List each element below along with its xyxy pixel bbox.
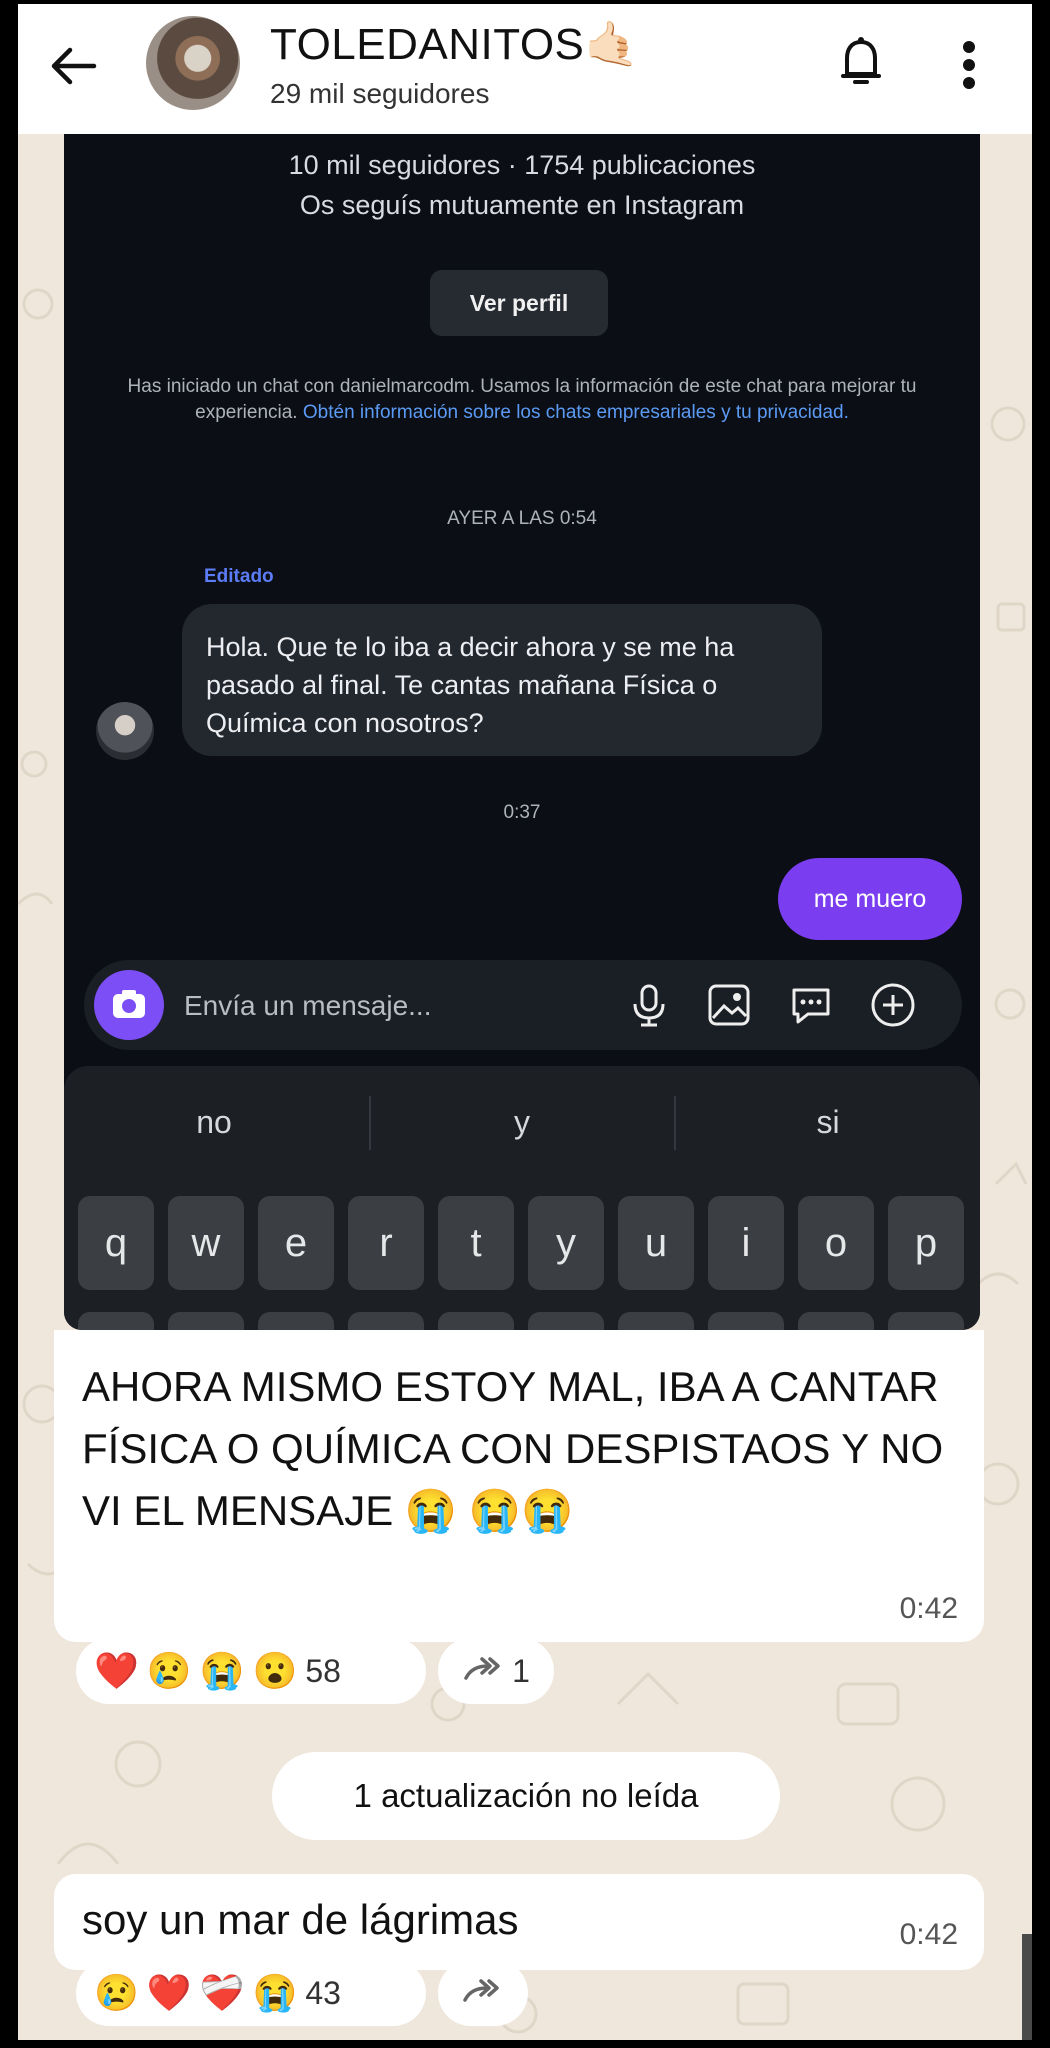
key-d: d — [258, 1312, 334, 1330]
scrollbar[interactable] — [1022, 1934, 1032, 2040]
key-p: p — [888, 1196, 964, 1290]
outgoing-message: me muero — [778, 858, 962, 940]
key-l: l — [798, 1312, 874, 1330]
reaction-crying: 😭 — [199, 1650, 245, 1691]
key-r: r — [348, 1196, 424, 1290]
back-arrow-icon[interactable] — [48, 44, 98, 88]
forward-count: 1 — [512, 1652, 530, 1689]
profile-stats: 10 mil seguidores · 1754 publicaciones — [288, 150, 756, 180]
sticker-icon — [792, 988, 830, 1024]
message-composer: Envía un mensaje... — [84, 960, 962, 1050]
suggestion-1: no — [196, 1104, 232, 1140]
forward-icon — [464, 1657, 500, 1680]
key-y: y — [528, 1196, 604, 1290]
chat-notice: Has iniciado un chat con danielmarcodm. … — [102, 374, 942, 426]
sender-avatar — [96, 702, 154, 760]
key-w: w — [168, 1196, 244, 1290]
reaction-count: 58 — [305, 1652, 341, 1689]
gallery-icon — [708, 984, 750, 1026]
channel-header: TOLEDANITOS🤙🏻 29 mil seguidores — [18, 4, 1032, 134]
channel-post[interactable]: AHORA MISMO ESTOY MAL, IBA A CANTAR FÍSI… — [54, 1330, 984, 1642]
channel-name[interactable]: TOLEDANITOS🤙🏻 — [270, 18, 640, 70]
key-t: t — [438, 1196, 514, 1290]
forward-icon — [463, 1979, 499, 2002]
key-f: f — [348, 1312, 424, 1330]
unread-updates-label: 1 actualización no leída — [272, 1752, 780, 1840]
suggestion-3: si — [816, 1104, 840, 1140]
forward-button[interactable] — [438, 1960, 528, 2026]
channel-title-emoji: 🤙🏻 — [584, 20, 640, 69]
incoming-message: Hola. Que te lo iba a decir ahora y se m… — [182, 604, 822, 756]
suggestion-divider — [369, 1096, 371, 1150]
shared-screenshot[interactable]: 10 mil seguidores · 1754 publicaciones O… — [64, 134, 980, 1330]
key-g: g — [438, 1312, 514, 1330]
reaction-sad: 😢 — [94, 1972, 139, 2013]
add-icon — [871, 983, 915, 1027]
camera-button — [94, 970, 164, 1040]
reaction-sad: 😢 — [146, 1650, 192, 1691]
key-u: u — [618, 1196, 694, 1290]
post-text: AHORA MISMO ESTOY MAL, IBA A CANTAR FÍSI… — [82, 1363, 944, 1534]
key-i: i — [708, 1196, 784, 1290]
key-q: q — [78, 1196, 154, 1290]
microphone-icon — [633, 984, 665, 1027]
key-a: a — [78, 1312, 154, 1330]
key-h: h — [528, 1312, 604, 1330]
channel-post[interactable]: soy un mar de lágrimas 0:42 — [54, 1874, 984, 1970]
key-j: j — [618, 1312, 694, 1330]
reaction-crying: 😭 — [252, 1972, 298, 2013]
view-profile-button: Ver perfil — [430, 270, 608, 336]
suggestion-divider — [674, 1096, 676, 1150]
reactions-pill[interactable]: 😢 ❤️ ❤️‍🩹 😭 43 — [76, 1960, 426, 2026]
key-k: k — [708, 1312, 784, 1330]
key-o: o — [798, 1196, 874, 1290]
edited-label: Editado — [204, 566, 274, 587]
keyboard: no y si q w e r t y u i o p a s d f g h … — [64, 1066, 980, 1330]
suggestion-2: y — [514, 1104, 530, 1140]
composer-placeholder: Envía un mensaje... — [184, 990, 432, 1021]
reaction-heart: ❤️ — [146, 1972, 192, 2013]
more-vertical-icon[interactable] — [962, 40, 976, 90]
date-label: AYER A LAS 0:54 — [447, 508, 597, 529]
post-time: 0:42 — [899, 1592, 958, 1625]
key-e: e — [258, 1196, 334, 1290]
reaction-surprised: 😮 — [252, 1650, 298, 1691]
post-text: soy un mar de lágrimas — [82, 1896, 519, 1943]
reaction-mending-heart: ❤️‍🩹 — [199, 1972, 245, 2013]
channel-title: TOLEDANITOS — [270, 20, 585, 69]
channel-avatar[interactable] — [146, 16, 240, 110]
camera-icon — [113, 990, 145, 1018]
followers-count: 29 mil seguidores — [270, 78, 490, 109]
reactions-pill[interactable]: ❤️ 😢 😭 😮 58 — [76, 1638, 426, 1704]
app-frame: TOLEDANITOS🤙🏻 29 mil seguidores 10 mil s… — [18, 4, 1032, 2040]
reaction-count: 43 — [305, 1974, 341, 2011]
time-label: 0:37 — [503, 802, 541, 823]
notice-link: Obtén información sobre los chats empres… — [302, 402, 849, 423]
post-time: 0:42 — [899, 1918, 958, 1951]
reaction-heart: ❤️ — [94, 1650, 139, 1691]
bell-icon[interactable] — [838, 36, 884, 92]
key-s: s — [168, 1312, 244, 1330]
key-ntilde: ñ — [888, 1312, 964, 1330]
forward-button[interactable]: 1 — [438, 1638, 554, 1704]
mutual-follow-text: Os seguís mutuamente en Instagram — [299, 190, 745, 220]
